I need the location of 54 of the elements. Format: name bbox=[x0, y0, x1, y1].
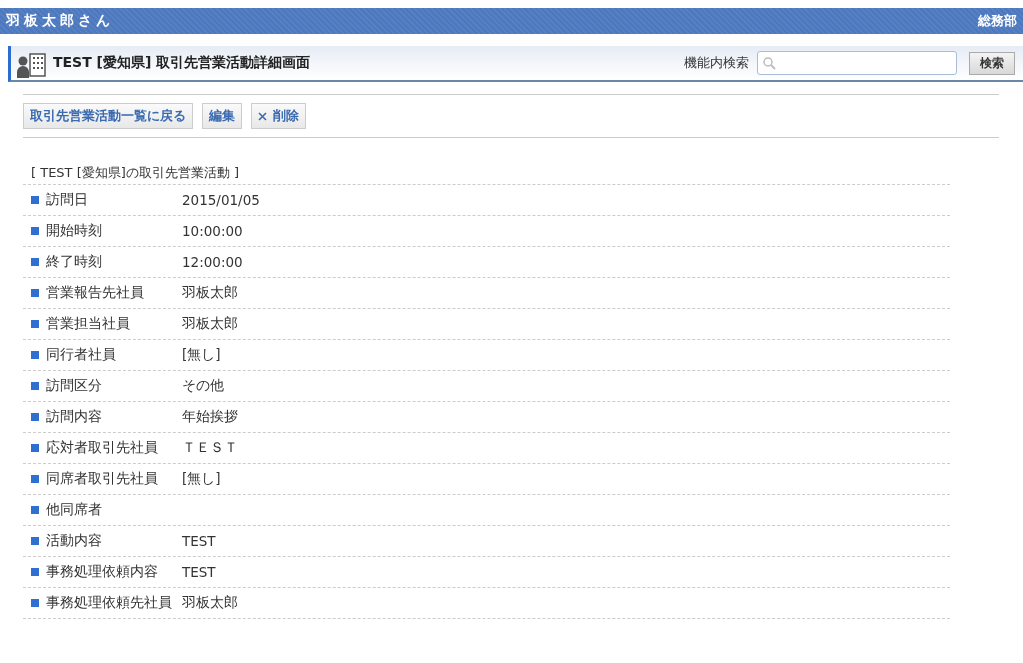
field-label: 同行者社員 bbox=[46, 346, 117, 364]
bullet-icon bbox=[31, 506, 39, 514]
field-label: 応対者取引先社員 bbox=[46, 439, 159, 457]
close-icon bbox=[258, 111, 267, 121]
field-label: 訪問内容 bbox=[46, 408, 103, 426]
search-button[interactable]: 検索 bbox=[969, 51, 1015, 75]
user-name: 羽板太郎さん bbox=[6, 12, 114, 30]
field-label: 事務処理依頼内容 bbox=[46, 563, 159, 581]
search-label: 機能内検索 bbox=[684, 54, 749, 72]
department-name: 総務部 bbox=[978, 12, 1017, 30]
bullet-icon bbox=[31, 382, 39, 390]
field-value: 羽板太郎 bbox=[182, 315, 238, 333]
field-value: TEST bbox=[182, 564, 216, 580]
bullet-icon bbox=[31, 475, 39, 483]
page-title: TEST [愛知県] 取引先営業活動詳細画面 bbox=[53, 54, 311, 72]
search-field[interactable] bbox=[757, 51, 957, 75]
field-value: [無し] bbox=[182, 470, 221, 488]
bullet-icon bbox=[31, 599, 39, 607]
field-label: 営業報告先社員 bbox=[46, 284, 145, 302]
bullet-icon bbox=[31, 444, 39, 452]
person-building-icon bbox=[17, 52, 47, 78]
bullet-icon bbox=[31, 568, 39, 576]
edit-button[interactable]: 編集 bbox=[202, 103, 242, 129]
field-label: 営業担当社員 bbox=[46, 315, 131, 333]
bullet-icon bbox=[31, 351, 39, 359]
field-label: 訪問日 bbox=[46, 191, 89, 209]
field-label: 他同席者 bbox=[46, 501, 103, 519]
bullet-icon bbox=[31, 413, 39, 421]
bullet-icon bbox=[31, 320, 39, 328]
field-label: 開始時刻 bbox=[46, 222, 103, 240]
search-icon bbox=[762, 56, 776, 70]
bullet-icon bbox=[31, 289, 39, 297]
delete-button[interactable]: 削除 bbox=[251, 103, 306, 129]
field-label: 同席者取引先社員 bbox=[46, 470, 159, 488]
field-label: 訪問区分 bbox=[46, 377, 103, 395]
back-button[interactable]: 取引先営業活動一覧に戻る bbox=[23, 103, 193, 129]
field-label: 終了時刻 bbox=[46, 253, 103, 271]
field-value: 年始挨拶 bbox=[182, 408, 238, 426]
bullet-icon bbox=[31, 227, 39, 235]
field-value: 羽板太郎 bbox=[182, 284, 238, 302]
field-value: TEST bbox=[182, 533, 216, 549]
bullet-icon bbox=[31, 196, 39, 204]
field-value: 羽板太郎 bbox=[182, 594, 238, 612]
field-value: その他 bbox=[182, 377, 224, 395]
field-value: 10:00:00 bbox=[182, 223, 243, 239]
section-title: [ TEST [愛知県]の取引先営業活動 ] bbox=[31, 164, 241, 182]
field-value: 2015/01/05 bbox=[182, 192, 260, 208]
field-value: [無し] bbox=[182, 346, 221, 364]
bullet-icon bbox=[31, 537, 39, 545]
bullet-icon bbox=[31, 258, 39, 266]
field-value: 12:00:00 bbox=[182, 254, 243, 270]
field-value: ＴＥＳＴ bbox=[182, 439, 238, 457]
field-label: 事務処理依頼先社員 bbox=[46, 594, 173, 612]
field-label: 活動内容 bbox=[46, 532, 103, 550]
